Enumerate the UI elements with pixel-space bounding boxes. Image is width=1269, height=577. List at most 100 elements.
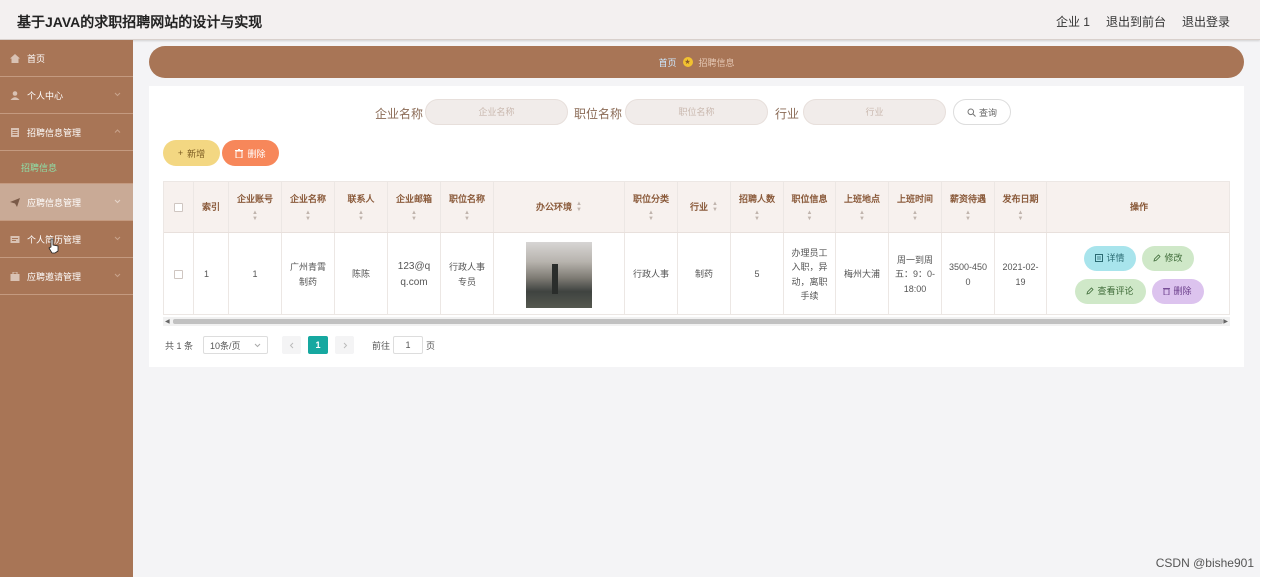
sort-icon[interactable]: ▲ ▼: [912, 210, 918, 222]
select-all-checkbox[interactable]: [174, 202, 183, 212]
main-panel: 企业名称 企业名称 职位名称 职位名称 行业 行业 查询 + 新增 删除 索引 …: [149, 86, 1244, 367]
sidebar-item-label: 应聘信息管理: [27, 197, 82, 208]
col-header-label: 上班时间: [896, 194, 933, 205]
col-header[interactable]: 行业 ▲ ▼: [678, 182, 731, 232]
sort-icon[interactable]: ▲ ▼: [576, 201, 582, 213]
logout-link[interactable]: 退出登录: [1182, 13, 1230, 30]
col-header[interactable]: 办公环境 ▲ ▼: [494, 182, 625, 232]
col-header-label: 企业邮箱: [395, 194, 432, 205]
chevron-up-icon: [114, 129, 121, 133]
prev-page-button[interactable]: [282, 336, 302, 354]
sort-icon[interactable]: ▲ ▼: [252, 210, 258, 222]
col-header[interactable]: 职位信息 ▲ ▼: [784, 182, 836, 232]
sort-icon[interactable]: ▲ ▼: [358, 210, 364, 222]
goto-page-input[interactable]: 1: [393, 336, 424, 354]
view-reviews-label: 查看评论: [1097, 285, 1134, 296]
mouse-cursor-icon: [48, 238, 59, 254]
edit-button[interactable]: 修改: [1142, 245, 1194, 271]
industry-input[interactable]: 行业: [803, 99, 946, 125]
chevron-down-icon: [114, 273, 121, 278]
position-name-input[interactable]: 职位名称: [625, 99, 768, 125]
cell-salary: 3500-4500: [942, 233, 995, 314]
sort-icon[interactable]: ▲ ▼: [1018, 210, 1024, 222]
sidebar-item-invitation-manage[interactable]: 应聘邀请管理: [0, 258, 133, 295]
page-size-value: 10条/页: [210, 340, 241, 351]
breadcrumb: 首页 ★ 招聘信息: [149, 46, 1244, 78]
office-photo[interactable]: [526, 241, 592, 308]
top-header: 基于JAVA的求职招聘网站的设计与实现 企业 1 退出到前台 退出登录: [0, 0, 1260, 40]
col-header-label: 操作: [1129, 201, 1148, 212]
query-button-label: 查询: [978, 107, 997, 118]
sidebar: 首页 个人中心 招聘信息管理 招聘信息 应聘信息管理 个人简历管理 应聘邀请管理: [0, 40, 133, 577]
sort-icon[interactable]: ▲ ▼: [859, 210, 865, 222]
add-button[interactable]: + 新增: [163, 140, 220, 166]
col-header[interactable]: 上班时间 ▲ ▼: [889, 182, 942, 232]
cell-category: 行政人事: [625, 233, 678, 314]
chevron-down-icon: [254, 343, 261, 347]
cell-office-photo: [494, 233, 625, 314]
col-header[interactable]: 薪资待遇 ▲ ▼: [942, 182, 995, 232]
company-name-input[interactable]: 企业名称: [425, 99, 568, 125]
col-header[interactable]: 发布日期 ▲ ▼: [995, 182, 1047, 232]
query-button[interactable]: 查询: [953, 99, 1011, 125]
cell-email: 123@qq.com: [388, 233, 441, 314]
row-delete-button[interactable]: 删除: [1151, 278, 1204, 304]
sort-icon[interactable]: ▲ ▼: [305, 210, 311, 222]
view-reviews-button[interactable]: 查看评论: [1074, 278, 1146, 304]
col-header-label: 办公环境: [536, 201, 573, 212]
detail-button[interactable]: 详情: [1084, 245, 1136, 271]
chevron-down-icon: [114, 92, 121, 97]
sort-icon[interactable]: ▲ ▼: [965, 210, 971, 222]
sidebar-item-personal-center[interactable]: 个人中心: [0, 77, 133, 114]
col-header[interactable]: 上班地点 ▲ ▼: [836, 182, 889, 232]
goto-label: 前往: [372, 340, 391, 351]
user-icon: [10, 90, 20, 100]
delete-button-label: 删除: [247, 148, 266, 159]
breadcrumb-home[interactable]: 首页: [658, 56, 676, 69]
sort-icon[interactable]: ▲ ▼: [712, 201, 718, 213]
sort-icon[interactable]: ▲ ▼: [648, 210, 654, 222]
sort-icon[interactable]: ▲ ▼: [807, 210, 813, 222]
sidebar-item-home[interactable]: 首页: [0, 40, 133, 77]
home-icon: [10, 53, 20, 63]
chevron-right-icon: [343, 342, 347, 348]
sidebar-item-application-manage[interactable]: 应聘信息管理: [0, 184, 133, 221]
col-header[interactable]: 联系人 ▲ ▼: [335, 182, 388, 232]
cell-count: 5: [731, 233, 784, 314]
horizontal-scrollbar[interactable]: ◀ ▶: [163, 317, 1230, 326]
row-checkbox[interactable]: [174, 270, 183, 279]
sort-icon[interactable]: ▲ ▼: [754, 210, 760, 222]
trash-icon: [235, 148, 244, 158]
col-header[interactable]: 职位名称 ▲ ▼: [441, 182, 494, 232]
pagination: 共 1 条 10条/页 1 前往 1 页: [165, 336, 435, 354]
col-header[interactable]: 招聘人数 ▲ ▼: [731, 182, 784, 232]
scroll-right-icon[interactable]: ▶: [1223, 318, 1228, 325]
sort-icon[interactable]: ▲ ▼: [464, 210, 470, 222]
sidebar-subitem-recruitment-info[interactable]: 招聘信息: [0, 151, 133, 184]
cell-location: 梅州大浦: [836, 233, 889, 314]
breadcrumb-current: 招聘信息: [698, 57, 735, 68]
sort-icon[interactable]: ▲ ▼: [411, 210, 417, 222]
chevron-down-icon: [114, 236, 121, 241]
current-user[interactable]: 企业 1: [1056, 13, 1090, 30]
search-icon: [967, 108, 976, 117]
exit-to-front-link[interactable]: 退出到前台: [1106, 13, 1166, 30]
scrollbar-thumb[interactable]: [173, 319, 1223, 324]
col-header-label: 发布日期: [1002, 194, 1039, 205]
sidebar-item-resume-manage[interactable]: 个人简历管理: [0, 221, 133, 258]
cell-index: 1: [194, 233, 229, 314]
page-number-current[interactable]: 1: [308, 336, 329, 354]
sidebar-item-recruitment-manage[interactable]: 招聘信息管理: [0, 114, 133, 151]
cell-account: 1: [229, 233, 282, 314]
col-header[interactable]: 企业邮箱 ▲ ▼: [388, 182, 441, 232]
cell-position: 行政人事专员: [441, 233, 494, 314]
scroll-left-icon[interactable]: ◀: [165, 318, 170, 325]
header-actions: 企业 1 退出到前台 退出登录: [1056, 13, 1230, 30]
col-header[interactable]: 企业账号 ▲ ▼: [229, 182, 282, 232]
page-size-select[interactable]: 10条/页: [203, 336, 269, 354]
next-page-button[interactable]: [335, 336, 355, 354]
col-header-label: 索引: [201, 201, 220, 212]
col-header[interactable]: 企业名称 ▲ ▼: [282, 182, 335, 232]
batch-delete-button[interactable]: 删除: [222, 140, 279, 166]
col-header[interactable]: 职位分类 ▲ ▼: [625, 182, 678, 232]
